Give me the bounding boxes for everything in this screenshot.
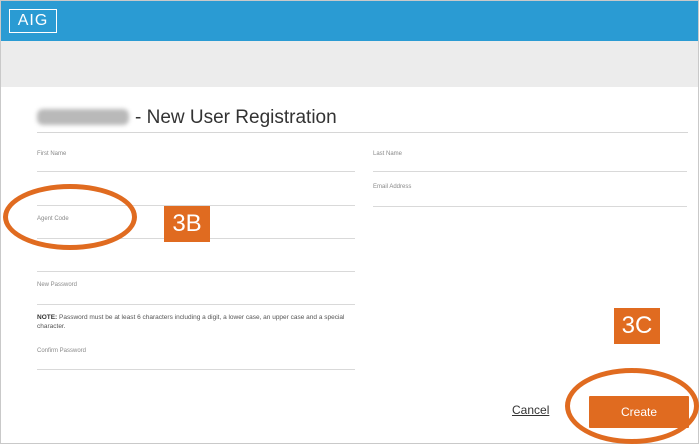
agent-code-highlight-ring: [3, 184, 137, 250]
password-note: NOTE: Password must be at least 6 charac…: [37, 313, 367, 331]
email-address-label: Email Address: [373, 184, 412, 190]
confirm-password-label: Confirm Password: [37, 348, 87, 354]
last-name-input[interactable]: [373, 171, 687, 172]
new-password-label: New Password: [37, 282, 78, 288]
title-divider: [37, 132, 688, 133]
top-bar: AIG: [1, 1, 698, 41]
email-address-input[interactable]: [373, 206, 687, 207]
aig-logo: AIG: [9, 9, 57, 33]
confirm-password-input[interactable]: [37, 369, 355, 370]
registration-window: AIG - New User Registration First Name A…: [0, 0, 699, 444]
first-name-input[interactable]: [37, 171, 355, 172]
step-3b-tag: 3B: [164, 206, 210, 242]
secondary-field-input[interactable]: [37, 271, 355, 272]
first-name-label: First Name: [37, 151, 67, 157]
redacted-company-name: [37, 109, 129, 125]
step-3c-tag: 3C: [614, 308, 660, 344]
page-title: - New User Registration: [135, 107, 337, 128]
create-button-highlight-ring: [565, 368, 699, 444]
note-label: NOTE:: [37, 314, 58, 321]
toolbar-band: [1, 41, 698, 87]
cancel-link[interactable]: Cancel: [512, 403, 549, 417]
note-text: Password must be at least 6 characters i…: [37, 314, 345, 330]
last-name-label: Last Name: [373, 151, 403, 157]
new-password-input[interactable]: [37, 304, 355, 305]
